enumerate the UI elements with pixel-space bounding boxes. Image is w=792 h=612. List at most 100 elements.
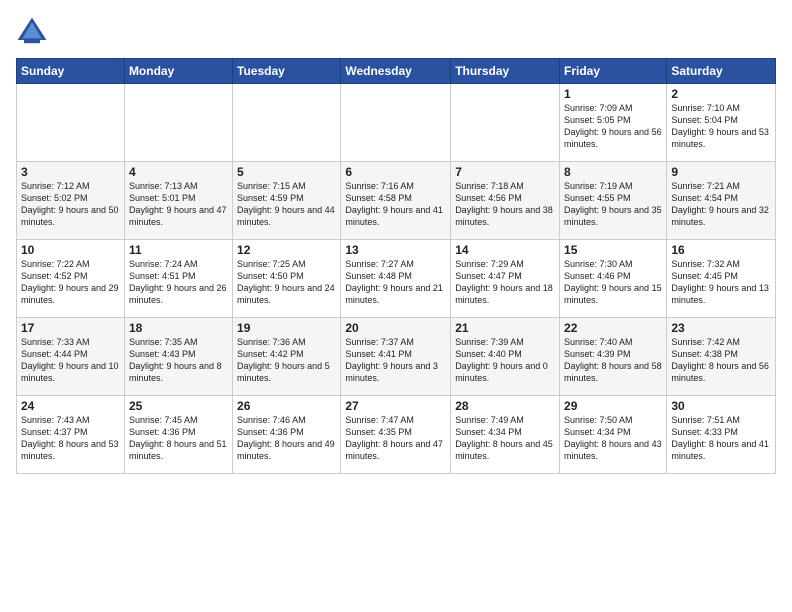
week-row-3: 10Sunrise: 7:22 AM Sunset: 4:52 PM Dayli… bbox=[17, 240, 776, 318]
day-cell: 6Sunrise: 7:16 AM Sunset: 4:58 PM Daylig… bbox=[341, 162, 451, 240]
day-number: 1 bbox=[564, 87, 662, 101]
weekday-header-monday: Monday bbox=[124, 59, 232, 84]
day-number: 26 bbox=[237, 399, 336, 413]
day-info: Sunrise: 7:42 AM Sunset: 4:38 PM Dayligh… bbox=[671, 336, 771, 385]
day-number: 27 bbox=[345, 399, 446, 413]
day-cell: 21Sunrise: 7:39 AM Sunset: 4:40 PM Dayli… bbox=[451, 318, 560, 396]
week-row-5: 24Sunrise: 7:43 AM Sunset: 4:37 PM Dayli… bbox=[17, 396, 776, 474]
day-number: 25 bbox=[129, 399, 228, 413]
day-cell: 25Sunrise: 7:45 AM Sunset: 4:36 PM Dayli… bbox=[124, 396, 232, 474]
day-info: Sunrise: 7:18 AM Sunset: 4:56 PM Dayligh… bbox=[455, 180, 555, 229]
day-cell: 8Sunrise: 7:19 AM Sunset: 4:55 PM Daylig… bbox=[560, 162, 667, 240]
day-number: 15 bbox=[564, 243, 662, 257]
weekday-header-sunday: Sunday bbox=[17, 59, 125, 84]
day-info: Sunrise: 7:50 AM Sunset: 4:34 PM Dayligh… bbox=[564, 414, 662, 463]
day-info: Sunrise: 7:24 AM Sunset: 4:51 PM Dayligh… bbox=[129, 258, 228, 307]
weekday-header-saturday: Saturday bbox=[667, 59, 776, 84]
day-info: Sunrise: 7:45 AM Sunset: 4:36 PM Dayligh… bbox=[129, 414, 228, 463]
day-info: Sunrise: 7:51 AM Sunset: 4:33 PM Dayligh… bbox=[671, 414, 771, 463]
week-row-1: 1Sunrise: 7:09 AM Sunset: 5:05 PM Daylig… bbox=[17, 84, 776, 162]
week-row-4: 17Sunrise: 7:33 AM Sunset: 4:44 PM Dayli… bbox=[17, 318, 776, 396]
day-info: Sunrise: 7:36 AM Sunset: 4:42 PM Dayligh… bbox=[237, 336, 336, 385]
logo bbox=[16, 16, 54, 48]
day-info: Sunrise: 7:43 AM Sunset: 4:37 PM Dayligh… bbox=[21, 414, 120, 463]
day-number: 19 bbox=[237, 321, 336, 335]
day-number: 12 bbox=[237, 243, 336, 257]
day-cell: 15Sunrise: 7:30 AM Sunset: 4:46 PM Dayli… bbox=[560, 240, 667, 318]
day-info: Sunrise: 7:40 AM Sunset: 4:39 PM Dayligh… bbox=[564, 336, 662, 385]
day-cell: 24Sunrise: 7:43 AM Sunset: 4:37 PM Dayli… bbox=[17, 396, 125, 474]
day-info: Sunrise: 7:13 AM Sunset: 5:01 PM Dayligh… bbox=[129, 180, 228, 229]
day-cell: 5Sunrise: 7:15 AM Sunset: 4:59 PM Daylig… bbox=[233, 162, 341, 240]
day-info: Sunrise: 7:15 AM Sunset: 4:59 PM Dayligh… bbox=[237, 180, 336, 229]
day-info: Sunrise: 7:22 AM Sunset: 4:52 PM Dayligh… bbox=[21, 258, 120, 307]
weekday-header-row: SundayMondayTuesdayWednesdayThursdayFrid… bbox=[17, 59, 776, 84]
day-number: 6 bbox=[345, 165, 446, 179]
day-info: Sunrise: 7:49 AM Sunset: 4:34 PM Dayligh… bbox=[455, 414, 555, 463]
day-number: 3 bbox=[21, 165, 120, 179]
day-number: 2 bbox=[671, 87, 771, 101]
day-info: Sunrise: 7:19 AM Sunset: 4:55 PM Dayligh… bbox=[564, 180, 662, 229]
day-cell: 10Sunrise: 7:22 AM Sunset: 4:52 PM Dayli… bbox=[17, 240, 125, 318]
day-cell: 23Sunrise: 7:42 AM Sunset: 4:38 PM Dayli… bbox=[667, 318, 776, 396]
day-cell: 3Sunrise: 7:12 AM Sunset: 5:02 PM Daylig… bbox=[17, 162, 125, 240]
day-info: Sunrise: 7:25 AM Sunset: 4:50 PM Dayligh… bbox=[237, 258, 336, 307]
day-number: 28 bbox=[455, 399, 555, 413]
day-number: 4 bbox=[129, 165, 228, 179]
day-cell: 18Sunrise: 7:35 AM Sunset: 4:43 PM Dayli… bbox=[124, 318, 232, 396]
day-info: Sunrise: 7:47 AM Sunset: 4:35 PM Dayligh… bbox=[345, 414, 446, 463]
header bbox=[16, 16, 776, 48]
logo-icon bbox=[16, 16, 48, 48]
day-info: Sunrise: 7:16 AM Sunset: 4:58 PM Dayligh… bbox=[345, 180, 446, 229]
day-cell: 13Sunrise: 7:27 AM Sunset: 4:48 PM Dayli… bbox=[341, 240, 451, 318]
day-cell bbox=[451, 84, 560, 162]
day-number: 30 bbox=[671, 399, 771, 413]
day-number: 8 bbox=[564, 165, 662, 179]
day-cell: 11Sunrise: 7:24 AM Sunset: 4:51 PM Dayli… bbox=[124, 240, 232, 318]
day-info: Sunrise: 7:46 AM Sunset: 4:36 PM Dayligh… bbox=[237, 414, 336, 463]
day-number: 10 bbox=[21, 243, 120, 257]
day-info: Sunrise: 7:39 AM Sunset: 4:40 PM Dayligh… bbox=[455, 336, 555, 385]
day-number: 11 bbox=[129, 243, 228, 257]
week-row-2: 3Sunrise: 7:12 AM Sunset: 5:02 PM Daylig… bbox=[17, 162, 776, 240]
day-cell: 26Sunrise: 7:46 AM Sunset: 4:36 PM Dayli… bbox=[233, 396, 341, 474]
day-number: 17 bbox=[21, 321, 120, 335]
day-cell: 19Sunrise: 7:36 AM Sunset: 4:42 PM Dayli… bbox=[233, 318, 341, 396]
day-info: Sunrise: 7:32 AM Sunset: 4:45 PM Dayligh… bbox=[671, 258, 771, 307]
day-number: 23 bbox=[671, 321, 771, 335]
day-number: 22 bbox=[564, 321, 662, 335]
day-info: Sunrise: 7:12 AM Sunset: 5:02 PM Dayligh… bbox=[21, 180, 120, 229]
day-cell: 2Sunrise: 7:10 AM Sunset: 5:04 PM Daylig… bbox=[667, 84, 776, 162]
day-info: Sunrise: 7:33 AM Sunset: 4:44 PM Dayligh… bbox=[21, 336, 120, 385]
day-cell: 27Sunrise: 7:47 AM Sunset: 4:35 PM Dayli… bbox=[341, 396, 451, 474]
day-cell: 1Sunrise: 7:09 AM Sunset: 5:05 PM Daylig… bbox=[560, 84, 667, 162]
day-cell: 17Sunrise: 7:33 AM Sunset: 4:44 PM Dayli… bbox=[17, 318, 125, 396]
page: SundayMondayTuesdayWednesdayThursdayFrid… bbox=[0, 0, 792, 612]
day-number: 29 bbox=[564, 399, 662, 413]
day-info: Sunrise: 7:29 AM Sunset: 4:47 PM Dayligh… bbox=[455, 258, 555, 307]
day-cell bbox=[341, 84, 451, 162]
day-cell: 29Sunrise: 7:50 AM Sunset: 4:34 PM Dayli… bbox=[560, 396, 667, 474]
day-cell: 14Sunrise: 7:29 AM Sunset: 4:47 PM Dayli… bbox=[451, 240, 560, 318]
day-number: 7 bbox=[455, 165, 555, 179]
day-cell: 22Sunrise: 7:40 AM Sunset: 4:39 PM Dayli… bbox=[560, 318, 667, 396]
weekday-header-wednesday: Wednesday bbox=[341, 59, 451, 84]
day-cell: 28Sunrise: 7:49 AM Sunset: 4:34 PM Dayli… bbox=[451, 396, 560, 474]
day-info: Sunrise: 7:37 AM Sunset: 4:41 PM Dayligh… bbox=[345, 336, 446, 385]
day-number: 14 bbox=[455, 243, 555, 257]
weekday-header-friday: Friday bbox=[560, 59, 667, 84]
day-info: Sunrise: 7:09 AM Sunset: 5:05 PM Dayligh… bbox=[564, 102, 662, 151]
day-info: Sunrise: 7:27 AM Sunset: 4:48 PM Dayligh… bbox=[345, 258, 446, 307]
day-cell: 7Sunrise: 7:18 AM Sunset: 4:56 PM Daylig… bbox=[451, 162, 560, 240]
calendar-table: SundayMondayTuesdayWednesdayThursdayFrid… bbox=[16, 58, 776, 474]
day-cell bbox=[124, 84, 232, 162]
day-info: Sunrise: 7:35 AM Sunset: 4:43 PM Dayligh… bbox=[129, 336, 228, 385]
day-cell bbox=[233, 84, 341, 162]
day-cell: 9Sunrise: 7:21 AM Sunset: 4:54 PM Daylig… bbox=[667, 162, 776, 240]
day-number: 9 bbox=[671, 165, 771, 179]
day-info: Sunrise: 7:21 AM Sunset: 4:54 PM Dayligh… bbox=[671, 180, 771, 229]
day-number: 5 bbox=[237, 165, 336, 179]
day-info: Sunrise: 7:30 AM Sunset: 4:46 PM Dayligh… bbox=[564, 258, 662, 307]
day-number: 16 bbox=[671, 243, 771, 257]
day-info: Sunrise: 7:10 AM Sunset: 5:04 PM Dayligh… bbox=[671, 102, 771, 151]
